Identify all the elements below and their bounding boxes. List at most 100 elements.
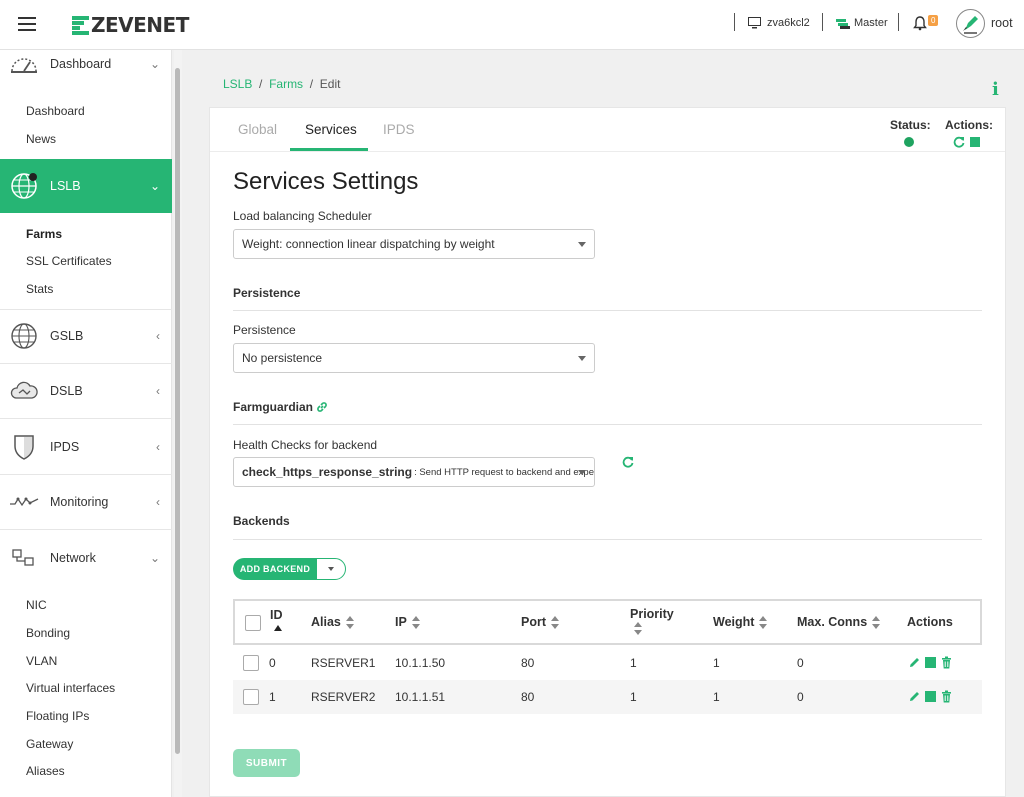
refresh-icon[interactable] xyxy=(622,456,634,468)
column-port-label: Port xyxy=(521,615,546,629)
tab-ipds[interactable]: IPDS xyxy=(383,122,415,137)
sidebar-item-news[interactable]: News xyxy=(26,132,56,146)
column-max-conns[interactable]: Max. Conns xyxy=(797,615,881,630)
add-backend-dropdown-toggle[interactable] xyxy=(316,558,346,580)
sidebar-item-virtual-interfaces[interactable]: Virtual interfaces xyxy=(26,681,115,695)
edit-icon[interactable] xyxy=(908,656,921,669)
sidebar-section-label: Monitoring xyxy=(50,495,108,509)
column-priority-label: Priority xyxy=(630,607,674,621)
actions-label: Actions: xyxy=(945,118,993,132)
sidebar-item-vlan[interactable]: VLAN xyxy=(26,654,57,668)
topbar-separator xyxy=(822,13,823,31)
divider xyxy=(233,424,982,425)
sidebar-section-dashboard[interactable]: Dashboard ⌄ xyxy=(0,37,172,91)
sidebar-item-gateway[interactable]: Gateway xyxy=(26,737,73,751)
status-label: Status: xyxy=(890,118,931,132)
breadcrumb-lslb[interactable]: LSLB xyxy=(223,77,252,91)
chevron-left-icon: ‹ xyxy=(156,384,160,398)
cell-id: 1 xyxy=(269,690,276,704)
topbar-separator xyxy=(734,13,735,31)
shield-icon xyxy=(9,432,39,462)
sidebar-item-nic[interactable]: NIC xyxy=(26,598,47,612)
info-icon[interactable]: i xyxy=(992,79,999,100)
sidebar-item-farms[interactable]: Farms xyxy=(26,227,62,241)
cell-max-conns: 0 xyxy=(797,690,804,704)
caret-down-icon xyxy=(578,242,586,247)
row-checkbox[interactable] xyxy=(243,689,259,705)
add-backend-button[interactable]: ADD BACKEND xyxy=(233,558,317,580)
breadcrumb-separator: / xyxy=(306,77,316,91)
persistence-value: No persistence xyxy=(242,351,322,365)
sidebar-item-dashboard[interactable]: Dashboard xyxy=(26,104,85,118)
restart-icon[interactable] xyxy=(953,136,965,148)
column-id[interactable]: ID xyxy=(270,609,283,633)
sort-icon xyxy=(634,622,643,636)
sidebar-section-label: LSLB xyxy=(50,179,81,193)
sidebar-item-aliases[interactable]: Aliases xyxy=(26,764,65,778)
user-name[interactable]: root xyxy=(991,15,1013,31)
sidebar-section-monitoring[interactable]: Monitoring ‹ xyxy=(0,475,172,529)
host-indicator[interactable]: zva6kcl2 xyxy=(748,15,810,31)
cluster-role: Master xyxy=(854,17,888,29)
link-icon[interactable] xyxy=(316,401,328,413)
row-checkbox[interactable] xyxy=(243,655,259,671)
stop-icon[interactable] xyxy=(925,691,936,702)
trash-icon[interactable] xyxy=(940,690,953,703)
sidebar: Dashboard ⌄ Dashboard News LSLB ⌄ Farms … xyxy=(0,50,172,797)
scheduler-select[interactable]: Weight: connection linear dispatching by… xyxy=(233,229,595,259)
breadcrumb-current: Edit xyxy=(320,77,341,91)
cluster-indicator[interactable]: Master xyxy=(836,15,888,31)
notifications-button[interactable]: 0 xyxy=(913,15,938,31)
sidebar-item-floating-ips[interactable]: Floating IPs xyxy=(26,709,89,723)
sidebar-item-stats[interactable]: Stats xyxy=(26,282,53,296)
sidebar-item-ssl-certificates[interactable]: SSL Certificates xyxy=(26,254,112,268)
table-row: 0 RSERVER1 10.1.1.50 80 1 1 0 xyxy=(233,646,982,680)
monitor-icon xyxy=(748,17,761,29)
cell-weight: 1 xyxy=(713,656,720,670)
sidebar-section-dslb[interactable]: DSLB ‹ xyxy=(0,364,172,418)
health-check-label: Health Checks for backend xyxy=(233,438,377,452)
column-port[interactable]: Port xyxy=(521,615,560,630)
tab-global[interactable]: Global xyxy=(238,122,277,137)
rocket-icon xyxy=(957,10,984,37)
edit-icon[interactable] xyxy=(908,690,921,703)
gauge-icon xyxy=(9,49,39,79)
sidebar-section-ipds[interactable]: IPDS ‹ xyxy=(0,420,172,474)
stop-icon[interactable] xyxy=(970,137,980,147)
column-weight[interactable]: Weight xyxy=(713,615,768,630)
column-alias[interactable]: Alias xyxy=(311,615,355,630)
farmguardian-title-text: Farmguardian xyxy=(233,400,313,414)
tab-services[interactable]: Services xyxy=(305,122,357,137)
column-priority[interactable]: Priority xyxy=(630,607,674,636)
page-title: Services Settings xyxy=(233,168,418,196)
breadcrumb: LSLB / Farms / Edit xyxy=(223,77,340,91)
network-icon xyxy=(9,543,39,573)
submit-button[interactable]: SUBMIT xyxy=(233,749,300,777)
persistence-label: Persistence xyxy=(233,323,296,337)
cell-port: 80 xyxy=(521,656,534,670)
column-ip[interactable]: IP xyxy=(395,615,421,630)
brand-logo[interactable]: ZEVENET xyxy=(72,13,189,37)
sidebar-section-gslb[interactable]: GSLB ‹ xyxy=(0,309,172,363)
stop-icon[interactable] xyxy=(925,657,936,668)
chevron-down-icon: ⌄ xyxy=(150,179,160,193)
sidebar-section-lslb[interactable]: LSLB ⌄ xyxy=(0,159,172,213)
chevron-left-icon: ‹ xyxy=(156,329,160,343)
column-weight-label: Weight xyxy=(713,615,754,629)
sidebar-item-bonding[interactable]: Bonding xyxy=(26,626,70,640)
trash-icon[interactable] xyxy=(940,656,953,669)
sidebar-scrollbar-thumb[interactable] xyxy=(175,68,180,754)
column-ip-label: IP xyxy=(395,615,407,629)
chevron-left-icon: ‹ xyxy=(156,495,160,509)
chevron-left-icon: ‹ xyxy=(156,440,160,454)
avatar[interactable] xyxy=(956,9,985,38)
menu-toggle-icon[interactable] xyxy=(18,17,36,31)
breadcrumb-farms[interactable]: Farms xyxy=(269,77,303,91)
sort-icon xyxy=(872,616,881,630)
health-check-select[interactable]: check_https_response_string: Send HTTP r… xyxy=(233,457,595,487)
select-all-checkbox[interactable] xyxy=(245,615,261,631)
sidebar-section-network[interactable]: Network ⌄ xyxy=(0,531,172,585)
sort-icon xyxy=(759,616,768,630)
persistence-select[interactable]: No persistence xyxy=(233,343,595,373)
logo-icon xyxy=(72,16,89,35)
